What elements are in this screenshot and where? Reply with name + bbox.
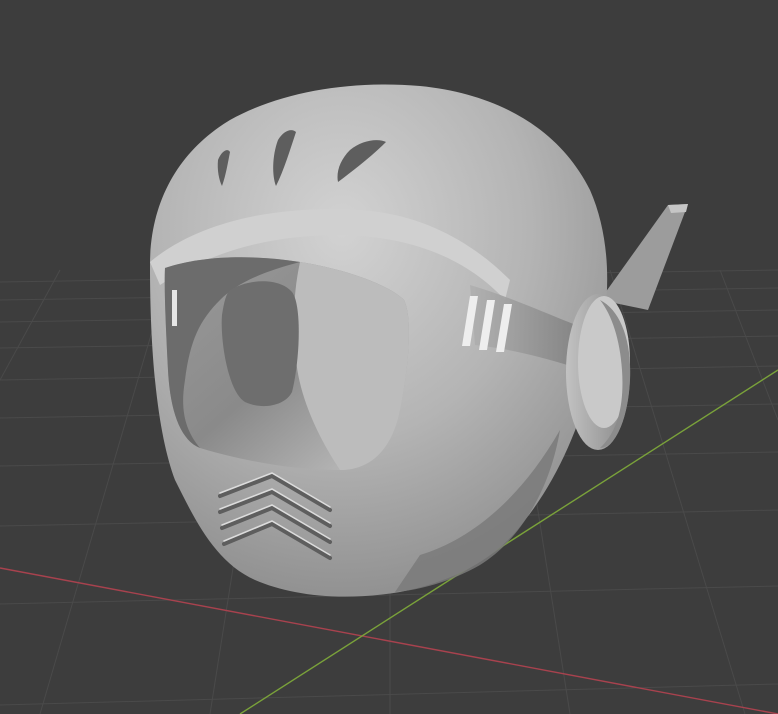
helmet-fin: [600, 204, 688, 310]
3d-viewport[interactable]: [0, 0, 778, 714]
helmet-model[interactable]: [150, 84, 688, 597]
cheek-vents: [462, 296, 512, 352]
ear-disc: [566, 294, 631, 450]
visor-slot: [172, 290, 177, 326]
viewport-canvas[interactable]: [0, 0, 778, 714]
